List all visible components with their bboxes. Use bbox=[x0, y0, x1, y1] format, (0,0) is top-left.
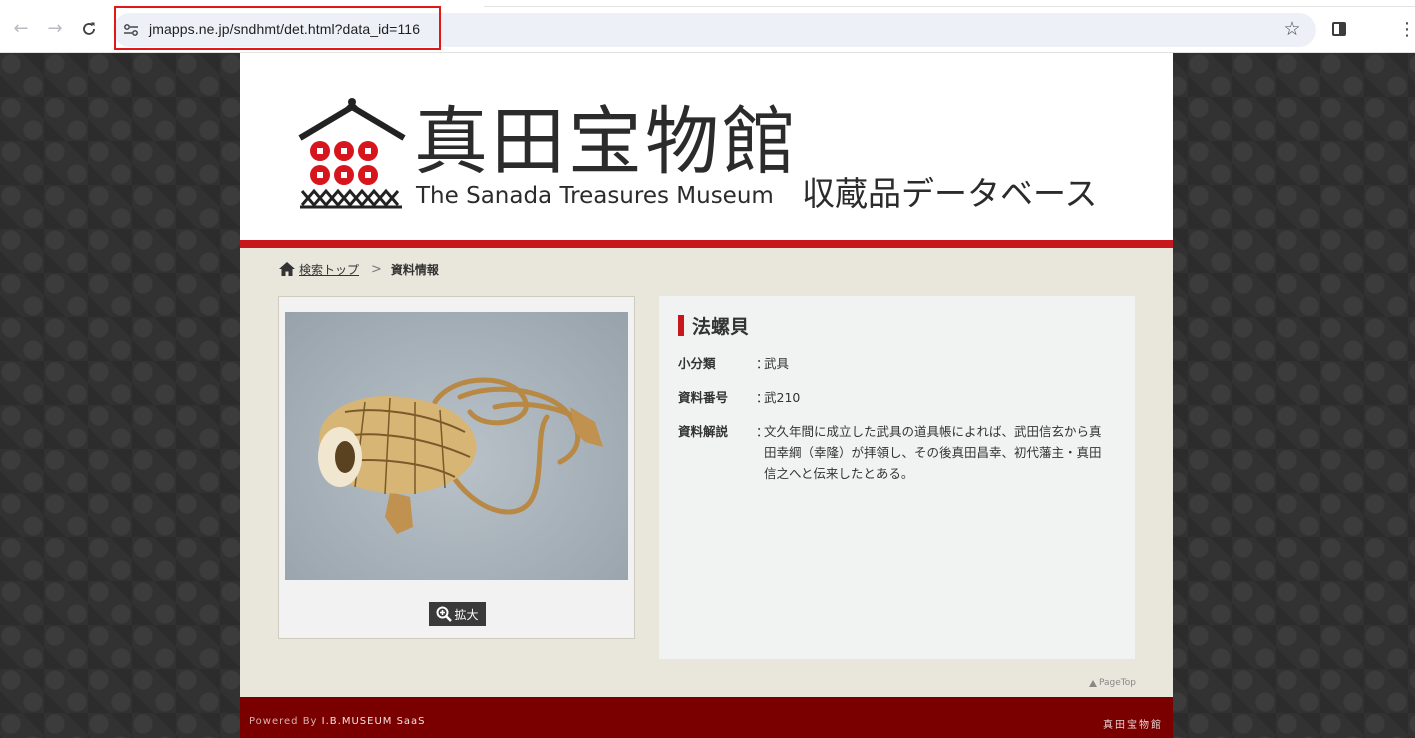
kebab-menu-icon[interactable]: ⋮ bbox=[1398, 17, 1415, 41]
star-icon[interactable]: ☆ bbox=[1281, 18, 1303, 40]
powered-by-brand[interactable]: I.B.MUSEUM SaaS bbox=[322, 716, 426, 727]
logo-english-text: The Sanada Treasures Museum bbox=[416, 183, 774, 209]
breadcrumb-separator: > bbox=[371, 261, 382, 277]
field-label: 資料番号 bbox=[678, 390, 729, 405]
header-accent-bar bbox=[240, 240, 1173, 248]
field-item-number: 資料番号 ： 武210 bbox=[678, 387, 1110, 408]
site-header: 真田宝物館 The Sanada Treasures Museum 収蔵品データ… bbox=[240, 53, 1173, 240]
field-colon: ： bbox=[756, 424, 769, 439]
title-accent-bar bbox=[678, 314, 684, 336]
field-label: 小分類 bbox=[678, 356, 716, 371]
site-footer: Powered By I.B.MUSEUM SaaS 真田宝物館 bbox=[240, 697, 1173, 738]
powered-by-text: Powered By bbox=[249, 716, 318, 727]
breadcrumb-home-link[interactable]: 検索トップ bbox=[299, 261, 359, 278]
page-top-label: PageTop bbox=[1099, 678, 1136, 688]
triangle-up-icon bbox=[1089, 679, 1097, 687]
item-info-panel: 法螺貝 小分類 ： 武具 資料番号 ： 武210 資料解説 ： 文久年間に成立し… bbox=[659, 296, 1135, 659]
item-title-text: 法螺貝 bbox=[692, 315, 750, 338]
zoom-in-icon bbox=[436, 606, 453, 622]
zoom-button-label: 拡大 bbox=[454, 607, 479, 622]
home-icon[interactable] bbox=[278, 261, 296, 277]
footer-museum-name: 真田宝物館 bbox=[1103, 720, 1163, 731]
field-value: 文久年間に成立した武具の道具帳によれば、武田信玄から真田幸綱（幸隆）が拝領し、そ… bbox=[764, 424, 1102, 481]
item-title: 法螺貝 bbox=[678, 314, 750, 338]
tab-strip-divider bbox=[484, 6, 1415, 7]
page-top-link[interactable]: PageTop bbox=[1089, 678, 1136, 688]
side-panel-icon[interactable] bbox=[1332, 22, 1346, 36]
site-container: 真田宝物館 The Sanada Treasures Museum 収蔵品データ… bbox=[240, 53, 1173, 738]
field-label: 資料解説 bbox=[678, 424, 729, 439]
field-value: 武210 bbox=[764, 390, 801, 405]
logo-japanese-text: 真田宝物館 bbox=[414, 99, 799, 185]
reload-icon[interactable] bbox=[74, 14, 104, 44]
footer-powered-by: Powered By I.B.MUSEUM SaaS bbox=[249, 716, 426, 727]
zoom-button[interactable]: 拡大 bbox=[429, 602, 486, 626]
field-description: 資料解説 ： 文久年間に成立した武具の道具帳によれば、武田信玄から真田幸綱（幸隆… bbox=[678, 421, 1110, 484]
field-value: 武具 bbox=[764, 356, 790, 371]
arrow-right-icon[interactable]: → bbox=[40, 14, 70, 44]
field-colon: ： bbox=[756, 356, 769, 371]
arrow-left-icon[interactable]: ← bbox=[6, 14, 36, 44]
browser-toolbar: ← → jmapps.ne.jp/sndhmt/det.html?data_id… bbox=[0, 0, 1415, 53]
url-text[interactable]: jmapps.ne.jp/sndhmt/det.html?data_id=116 bbox=[149, 21, 420, 37]
museum-logo-icon[interactable] bbox=[298, 95, 406, 209]
breadcrumb: 検索トップ > 資料情報 bbox=[278, 259, 439, 279]
field-category: 小分類 ： 武具 bbox=[678, 353, 1110, 374]
database-title: 収蔵品データベース bbox=[802, 174, 1098, 213]
tune-icon[interactable] bbox=[123, 23, 139, 37]
item-photo[interactable] bbox=[285, 312, 628, 580]
item-image-panel: 拡大 bbox=[278, 296, 635, 639]
breadcrumb-current: 資料情報 bbox=[390, 262, 439, 277]
field-colon: ： bbox=[756, 390, 769, 405]
